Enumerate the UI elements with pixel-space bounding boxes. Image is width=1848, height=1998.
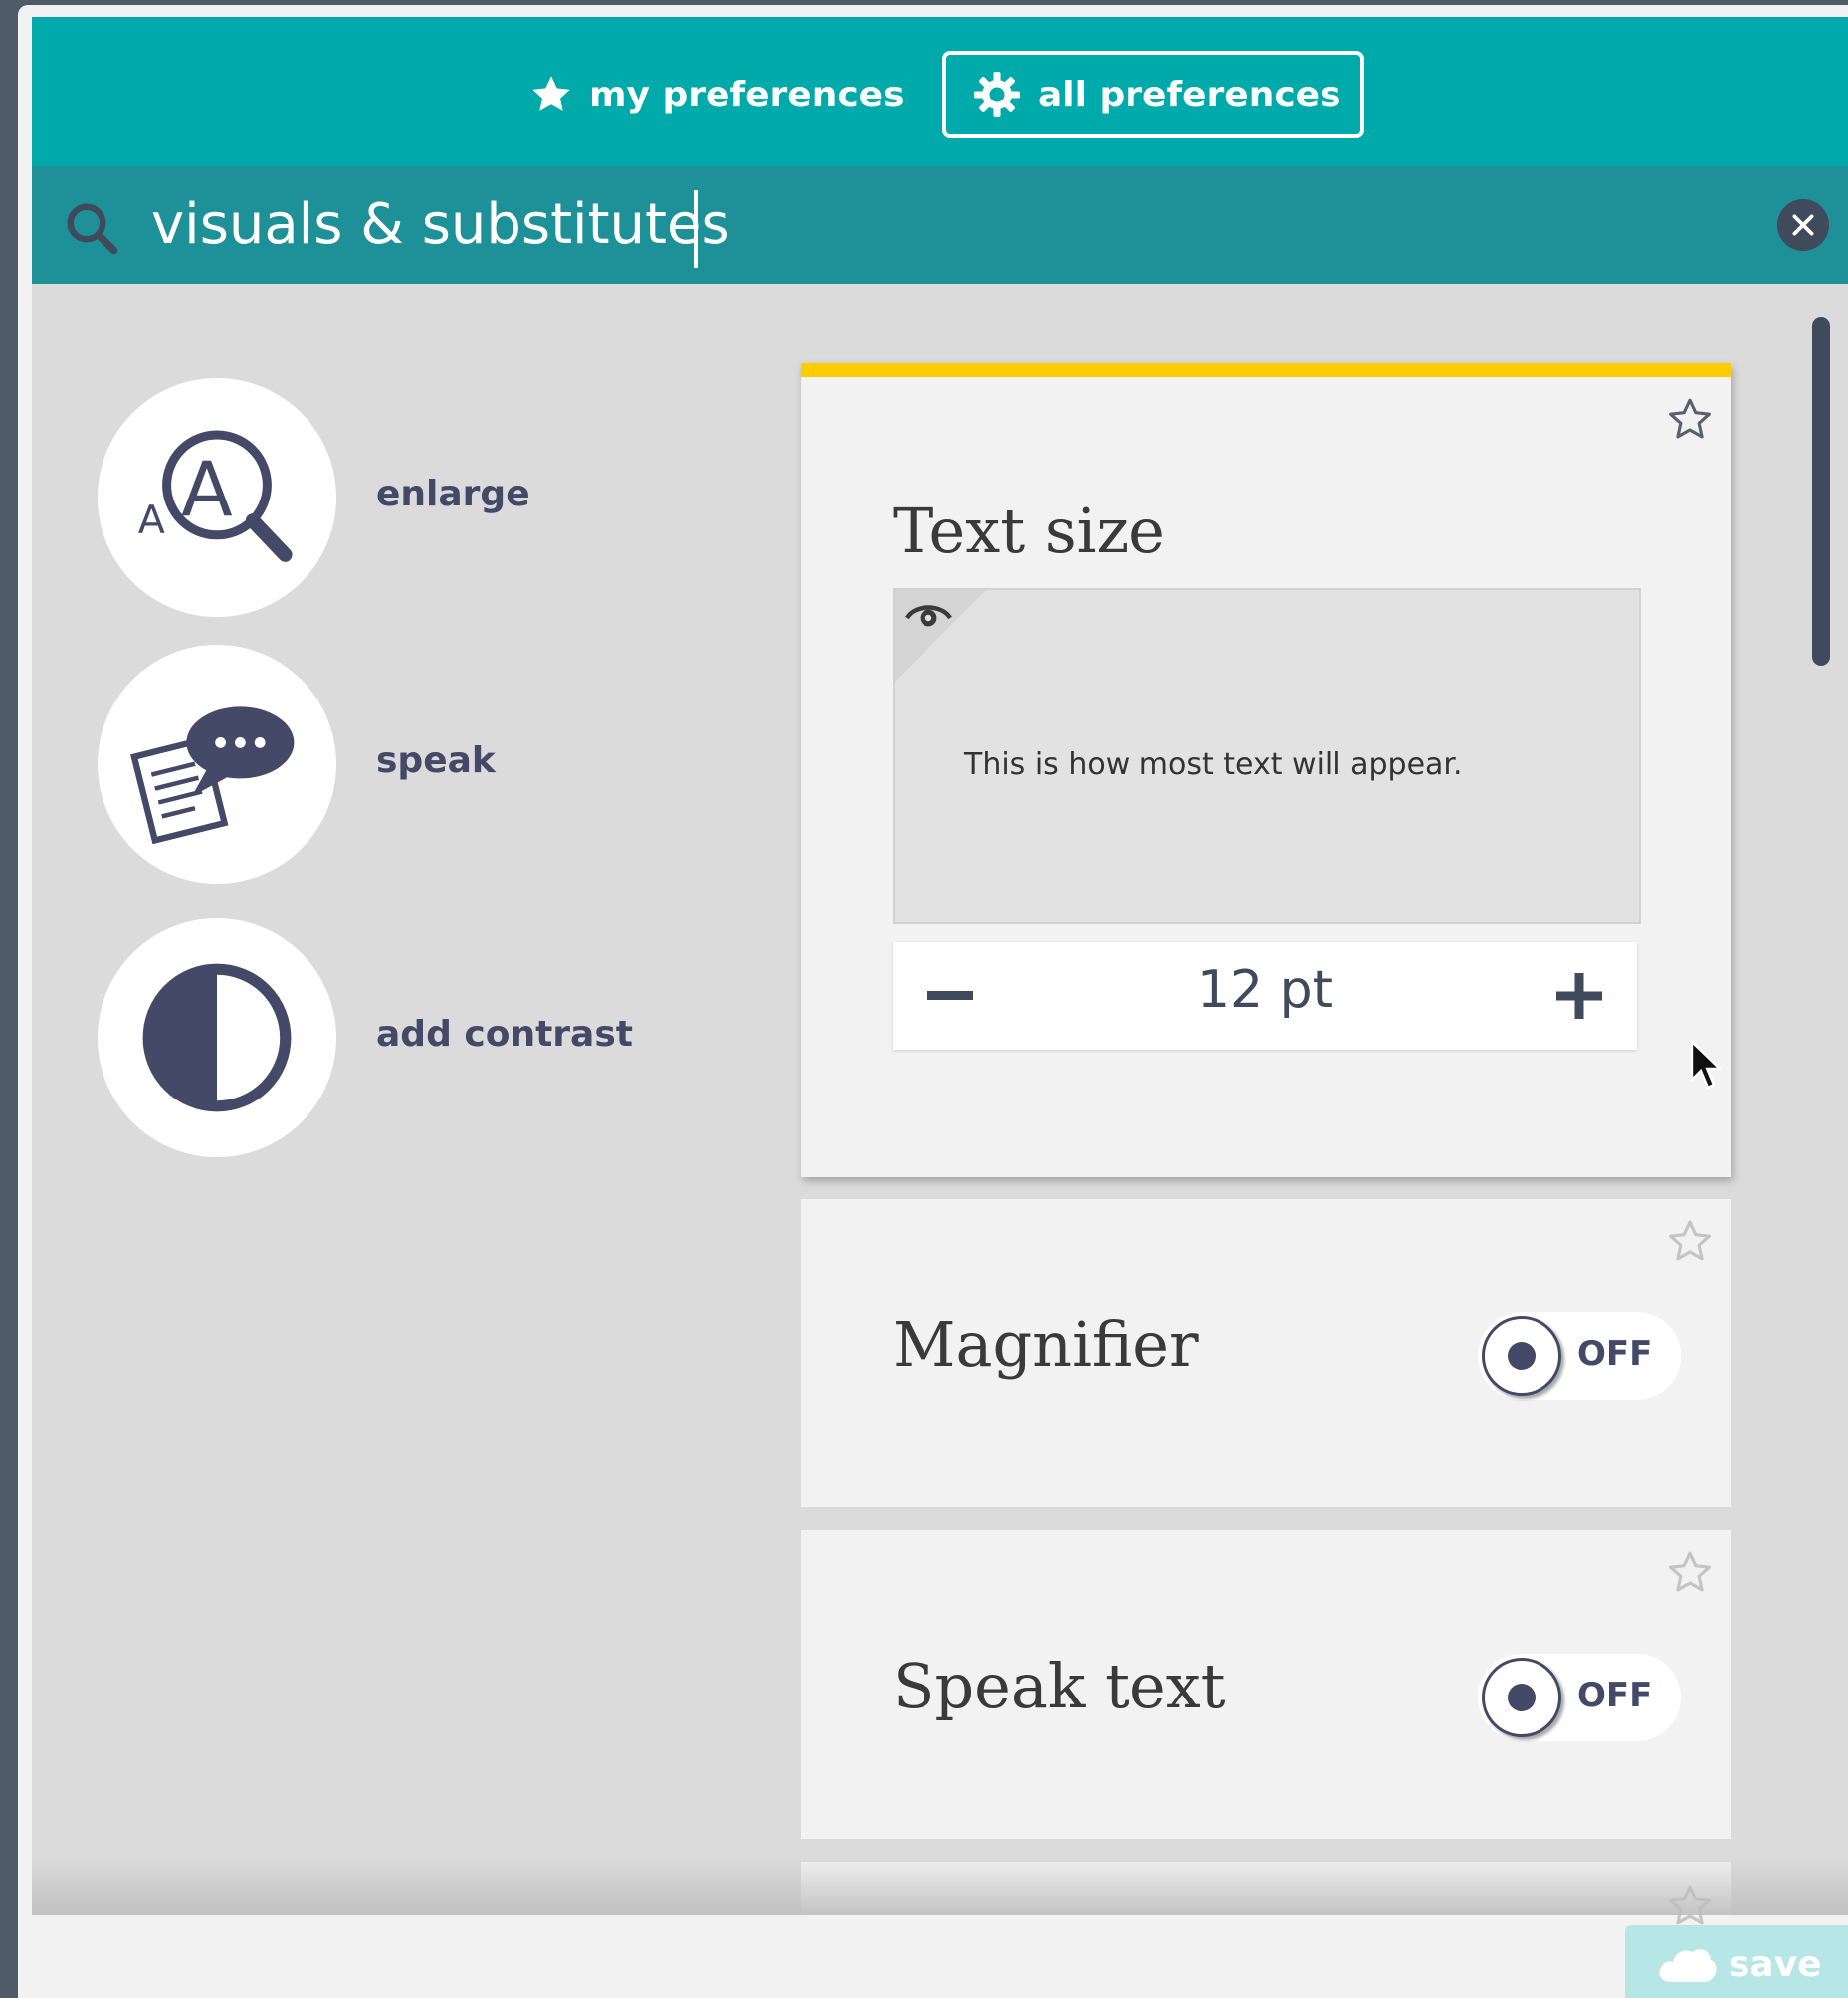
tab-all-preferences[interactable]: all preferences [942,51,1364,138]
toggle-knob [1482,1658,1561,1737]
card-title: Speak text [893,1650,1226,1722]
close-icon [1792,214,1814,236]
app-window: my preferences all preferences visuals &… [18,5,1848,1998]
toggle-knob [1482,1316,1561,1396]
card-title: Text size [893,495,1165,567]
cloud-icon [1655,1942,1719,1986]
eye-icon [905,600,952,636]
increase-button[interactable] [1545,962,1613,1030]
card-title: Magnifier [893,1308,1199,1381]
star-icon [529,73,573,116]
preference-card-speak-text: Speak text OFF [801,1530,1731,1839]
favorite-star-icon[interactable] [1665,395,1715,449]
category-label: speak [376,740,496,781]
speak-text-toggle[interactable]: OFF [1478,1654,1681,1741]
svg-text:A: A [181,446,233,533]
tab-my-preferences-label: my preferences [589,74,905,115]
favorite-star-icon[interactable] [1665,1548,1715,1602]
magnifier-text-icon: A A [98,378,336,617]
text-size-value: 12 pt [1196,960,1334,1020]
favorite-star-icon[interactable] [1665,1217,1715,1271]
gear-icon [972,70,1022,119]
text-caret [694,190,698,268]
toggle-label: OFF [1577,1334,1653,1374]
clear-search-button[interactable] [1777,199,1829,251]
search-bar [32,166,1848,284]
text-size-stepper: 12 pt [893,942,1637,1050]
search-icon [62,198,121,262]
save-button[interactable]: save [1625,1925,1848,1998]
category-label: enlarge [376,474,530,514]
tab-bar: my preferences all preferences [32,17,1848,166]
category-speak[interactable]: speak [98,645,715,884]
scrollbar[interactable] [1812,317,1830,666]
preview-text: This is how most text will appear. [964,747,1463,782]
toggle-label: OFF [1577,1676,1653,1715]
preference-card-text-size: Text size This is how most text will app… [801,363,1731,1177]
plus-icon [1556,973,1602,1019]
text-preview: This is how most text will appear. [893,588,1641,924]
category-add-contrast[interactable]: add contrast [98,918,715,1157]
tab-all-preferences-label: all preferences [1038,74,1341,115]
mouse-pointer-icon [1690,1039,1724,1096]
tab-my-preferences[interactable]: my preferences [529,51,947,138]
speech-bubble-document-icon [98,645,336,884]
category-enlarge[interactable]: A A enlarge [98,378,715,617]
save-label: save [1729,1943,1822,1985]
magnifier-toggle[interactable]: OFF [1478,1312,1681,1400]
preference-card-magnifier: Magnifier OFF [801,1199,1731,1507]
search-input[interactable] [151,184,1544,264]
category-label: add contrast [376,1014,633,1055]
svg-text:A: A [138,498,165,543]
contrast-icon [98,918,336,1157]
scroll-fade [32,1856,1848,1915]
